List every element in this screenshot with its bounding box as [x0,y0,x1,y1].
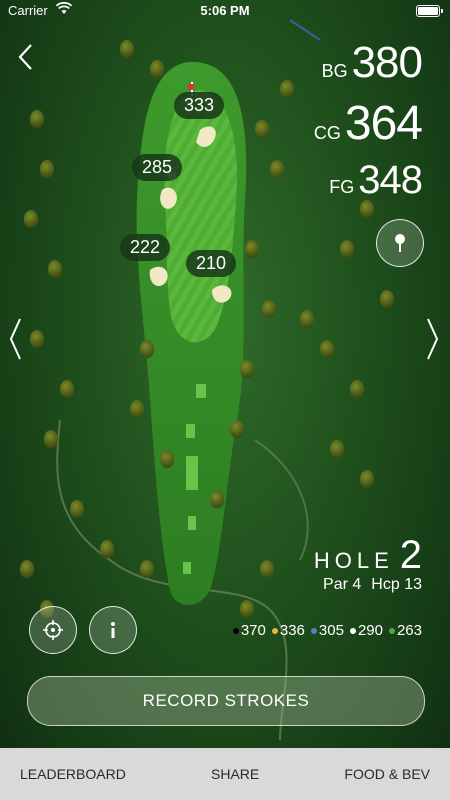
pin-button[interactable] [376,219,424,267]
hole-info: HOLE 2 Par 4 Hcp 13 [313,533,422,594]
hcp-value: Hcp 13 [371,576,422,593]
tee-blue: 305 [310,622,344,639]
pin-marker-icon [395,234,405,252]
yardage-front-green: FG 348 [329,158,423,203]
par-value: Par 4 [323,576,362,593]
yardage-back-green: BG 380 [321,38,423,88]
next-hole-button[interactable] [422,316,442,362]
tee-yardages: 370 336 305 290 263 [232,622,422,639]
yardage-value: 380 [351,38,423,87]
yardage-center-green: CG 364 [313,96,423,151]
distance-marker[interactable]: 333 [174,92,225,119]
tee-yards: 263 [396,622,422,639]
distance-marker[interactable]: 222 [120,234,171,261]
tee-white: 290 [349,622,383,639]
bottom-nav: LEADERBOARD SHARE FOOD & BEV [0,748,450,800]
back-button[interactable] [14,42,38,72]
nav-leaderboard[interactable]: LEADERBOARD [20,766,126,782]
tee-yards: 336 [279,622,305,639]
info-button[interactable] [89,606,137,654]
record-strokes-button[interactable]: RECORD STROKES [27,676,425,726]
yardage-label: CG [313,123,341,143]
info-icon [111,622,115,638]
status-bar: Carrier 5:06 PM [0,0,450,22]
tee-dot [349,627,356,634]
yardage-label: BG [321,61,348,81]
nav-food-bev[interactable]: FOOD & BEV [344,766,430,782]
hole-label: HOLE [313,548,394,573]
hole-number: 2 [399,533,422,577]
locate-button[interactable] [29,606,77,654]
distance-marker[interactable]: 210 [186,250,237,277]
tee-gold: 336 [271,622,305,639]
tee-dot [271,627,278,634]
tee-dot [388,627,395,634]
tee-black: 370 [232,622,266,639]
golf-hole-screen: Carrier 5:06 PM BG 380 CG 364 FG 348 333… [0,0,450,800]
tee-yards: 370 [240,622,266,639]
yardage-value: 348 [358,158,423,202]
yardage-value: 364 [344,97,423,150]
nav-share[interactable]: SHARE [211,766,259,782]
tee-yards: 305 [318,622,344,639]
distance-marker[interactable]: 285 [132,154,183,181]
clock: 5:06 PM [200,3,250,18]
hole-title: HOLE 2 [313,533,422,578]
par-hcp: Par 4 Hcp 13 [313,576,422,594]
tee-dot [310,627,317,634]
battery-icon [416,5,443,17]
previous-hole-button[interactable] [6,316,26,362]
tee-yards: 290 [357,622,383,639]
yardage-label: FG [329,177,355,197]
tee-green: 263 [388,622,422,639]
tee-dot [232,627,239,634]
crosshair-icon [43,620,63,640]
